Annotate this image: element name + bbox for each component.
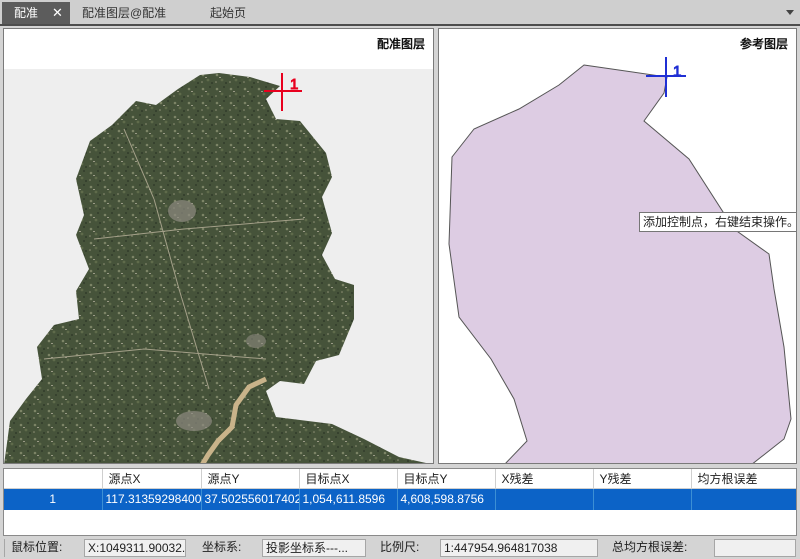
cell-y-residual[interactable] <box>593 488 692 510</box>
column-header-target-y[interactable]: 目标点Y <box>397 469 496 489</box>
tab-registration-layer[interactable]: 配准图层@配准 <box>82 2 166 24</box>
scale-label: 比例尺: <box>380 540 420 554</box>
cell-target-x[interactable]: 1,054,611.8596 <box>299 488 398 510</box>
column-header-target-x[interactable]: 目标点X <box>299 469 398 489</box>
control-point-table[interactable]: 源点X 源点Y 目标点X 目标点Y X残差 Y残差 均方根误差 1 117.31… <box>3 468 797 536</box>
panel-title: 参考图层 <box>739 37 788 51</box>
tab-start-page[interactable]: 起始页 <box>210 2 246 24</box>
close-tab-icon[interactable]: ✕ <box>52 2 63 24</box>
reference-region-polygon: 1 <box>448 57 792 463</box>
total-rms-error-value <box>714 539 796 557</box>
table-row[interactable]: 1 117.313592984005 37.5025560174027 1,05… <box>4 488 796 510</box>
cell-x-residual[interactable] <box>495 488 594 510</box>
cell-rms-error[interactable] <box>691 488 796 510</box>
mouse-position-value: X:1049311.90032... <box>84 539 186 557</box>
tab-bar: 配准 ✕ 配准图层@配准 起始页 <box>0 0 800 26</box>
column-header-y-residual[interactable]: Y残差 <box>593 469 692 489</box>
total-rms-error-label: 总均方根误差: <box>612 540 688 554</box>
column-header-source-x[interactable]: 源点X <box>102 469 202 489</box>
tab-dropdown-icon[interactable] <box>786 10 794 15</box>
cell-index[interactable]: 1 <box>4 488 103 510</box>
table-header-row: 源点X 源点Y 目标点X 目标点Y X残差 Y残差 均方根误差 <box>4 469 796 489</box>
scale-value[interactable]: 1:447954.964817038 <box>440 539 598 557</box>
tab-label: 配准 <box>14 6 39 20</box>
satellite-image: 1 <box>4 69 433 463</box>
reference-layer-map[interactable]: 1 参考图层 添加控制点，右键结束操作。 <box>438 28 797 464</box>
tooltip: 添加控制点，右键结束操作。 <box>639 212 796 232</box>
control-point-label: 1 <box>290 76 298 93</box>
coordinate-system-value[interactable]: 投影坐标系---... <box>262 539 366 557</box>
column-header-index[interactable] <box>4 469 103 489</box>
column-header-rms-error[interactable]: 均方根误差 <box>691 469 796 489</box>
coordinate-system-label: 坐标系: <box>202 540 242 554</box>
panel-title: 配准图层 <box>376 37 425 51</box>
tab-registration[interactable]: 配准 ✕ <box>2 2 70 24</box>
registration-layer-map[interactable]: 1 配准图层 <box>3 28 434 464</box>
control-point-label: 1 <box>673 63 681 80</box>
cell-target-y[interactable]: 4,608,598.8756 <box>397 488 496 510</box>
tab-label: 配准图层@配准 <box>82 6 167 20</box>
cell-source-x[interactable]: 117.313592984005 <box>102 488 202 510</box>
tab-label: 起始页 <box>210 6 247 20</box>
status-bar: 鼠标位置: X:1049311.90032... 坐标系: 投影坐标系---..… <box>0 537 800 559</box>
column-header-x-residual[interactable]: X残差 <box>495 469 594 489</box>
cell-source-y[interactable]: 37.5025560174027 <box>201 488 300 510</box>
georeference-window: 配准 ✕ 配准图层@配准 起始页 1 配准图层 1 参考图层 添加控制点，右键结… <box>0 0 800 559</box>
column-header-source-y[interactable]: 源点Y <box>201 469 300 489</box>
mouse-position-label: 鼠标位置: <box>4 539 80 557</box>
